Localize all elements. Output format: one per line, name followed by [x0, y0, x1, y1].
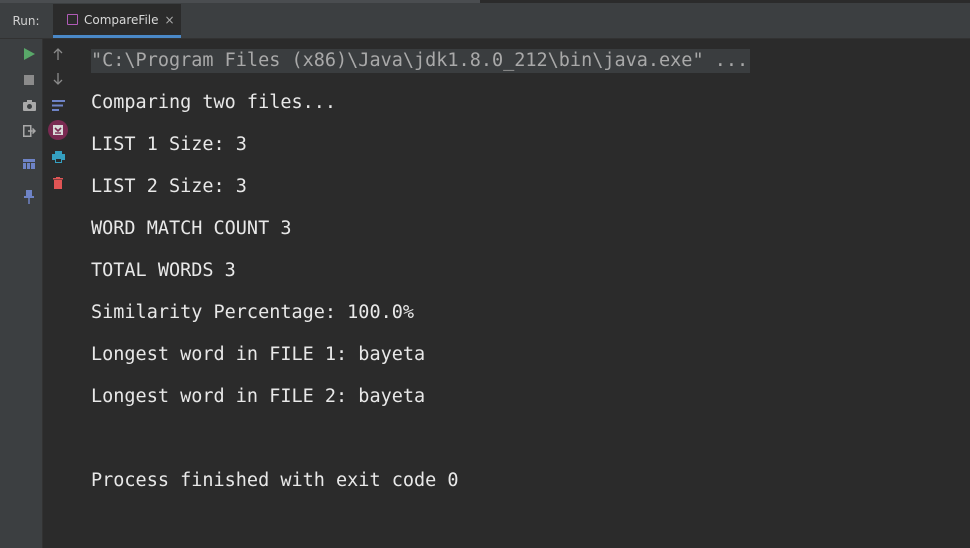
console-line: Comparing two files...	[91, 92, 337, 113]
rerun-icon	[24, 48, 35, 60]
editor-tab-strip	[0, 0, 480, 3]
console-command-line[interactable]: "C:\Program Files (x86)\Java\jdk1.8.0_21…	[91, 49, 751, 73]
console-line: WORD MATCH COUNT 3	[91, 218, 292, 239]
tab-title: CompareFile	[84, 12, 159, 27]
console-line: Longest word in FILE 1: bayeta	[91, 344, 426, 365]
stop-button[interactable]	[18, 69, 40, 91]
console-line: LIST 1 Size: 3	[91, 134, 247, 155]
soft-wrap-icon	[51, 99, 65, 111]
run-label: Run:	[0, 4, 52, 38]
console-line: Longest word in FILE 2: bayeta	[91, 386, 426, 407]
arrow-up-icon	[53, 48, 63, 60]
trash-icon	[53, 177, 63, 189]
editor-area-edge	[480, 0, 970, 3]
console-output[interactable]: "C:\Program Files (x86)\Java\jdk1.8.0_21…	[91, 42, 970, 548]
rerun-button[interactable]	[18, 43, 40, 65]
camera-icon	[22, 99, 36, 111]
print-button[interactable]	[47, 146, 69, 168]
close-icon[interactable]: ×	[165, 13, 175, 27]
previous-occurrence-button[interactable]	[47, 43, 69, 65]
scroll-to-end-icon	[48, 120, 68, 140]
soft-wrap-button[interactable]	[47, 94, 69, 116]
console-line: LIST 2 Size: 3	[91, 176, 247, 197]
console-exit-message: Process finished with exit code 0	[91, 470, 459, 491]
pin-icon	[24, 190, 34, 204]
exit-button[interactable]	[18, 120, 40, 142]
pin-tab-button[interactable]	[18, 186, 40, 208]
arrow-down-icon	[53, 73, 63, 85]
dump-threads-button[interactable]	[18, 94, 40, 116]
console-line: TOTAL WORDS 3	[91, 260, 236, 281]
run-tool-window-header: Run: CompareFile ×	[0, 0, 970, 39]
next-occurrence-button[interactable]	[47, 68, 69, 90]
stop-icon	[24, 75, 34, 85]
layout-icon	[23, 159, 35, 169]
scroll-to-end-button[interactable]	[47, 119, 69, 141]
tab-comparefile[interactable]: CompareFile ×	[53, 4, 181, 38]
clear-all-button[interactable]	[47, 172, 69, 194]
restore-layout-button[interactable]	[18, 153, 40, 175]
run-configuration-icon	[67, 14, 78, 25]
console-line: Similarity Percentage: 100.0%	[91, 302, 415, 323]
print-icon	[51, 151, 65, 163]
exit-icon	[22, 125, 36, 137]
